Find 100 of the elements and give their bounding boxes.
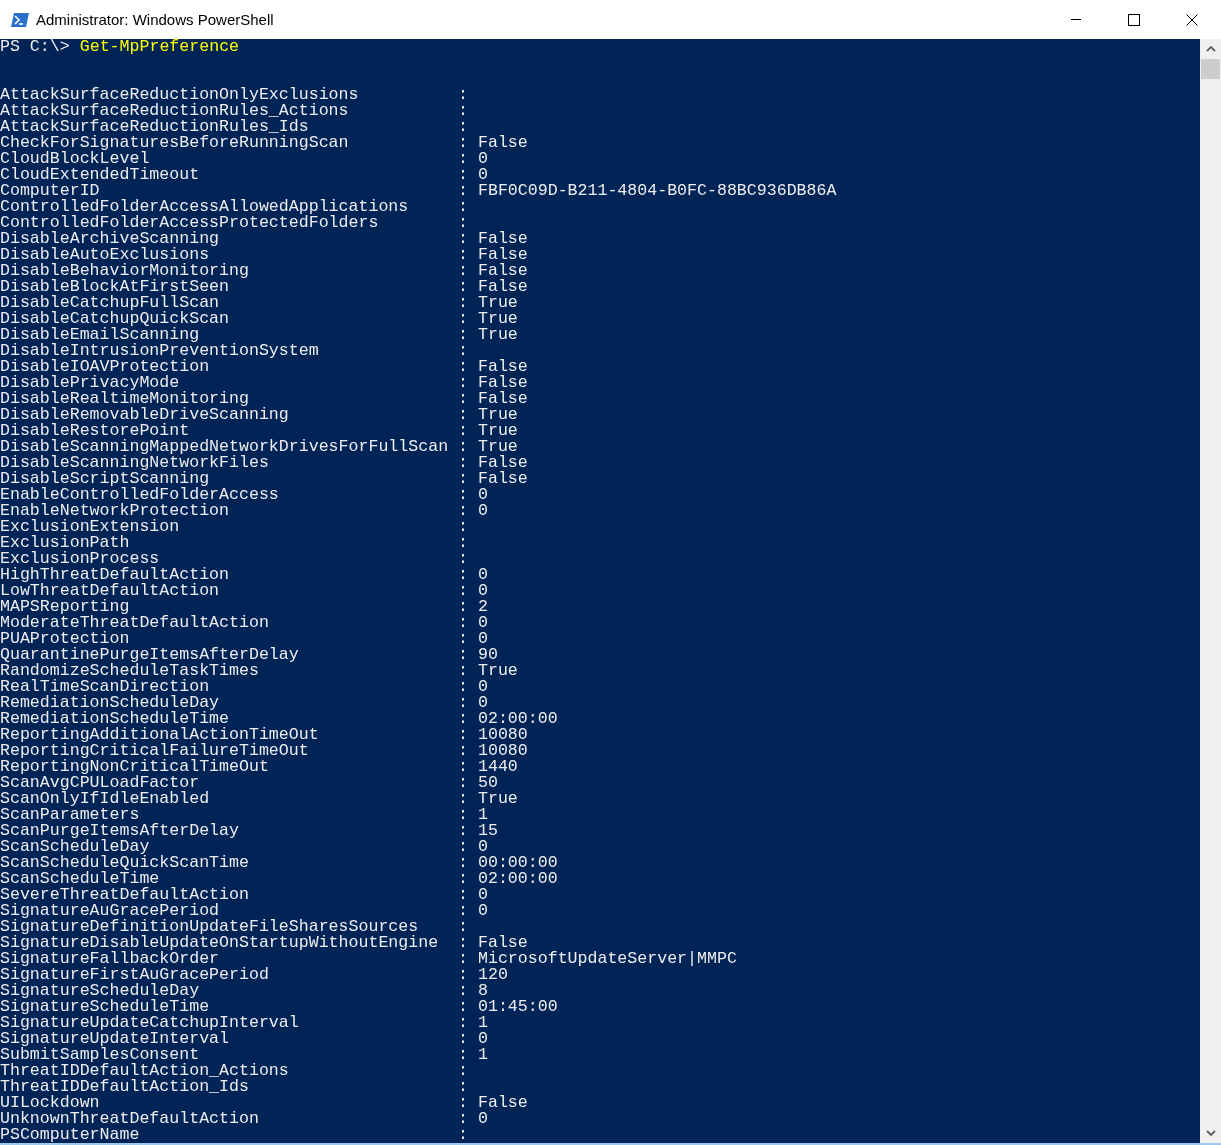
property-name: DisableRealtimeMonitoring xyxy=(0,391,249,407)
property-value: : xyxy=(458,103,468,119)
property-value: : True xyxy=(458,791,518,807)
property-value: : xyxy=(458,199,468,215)
property-value: : True xyxy=(458,327,518,343)
property-name: DisableBlockAtFirstSeen xyxy=(0,279,230,295)
property-value: : 90 xyxy=(458,647,498,663)
property-name: ScanOnlyIfIdleEnabled xyxy=(0,791,211,807)
property-name: RemediationScheduleDay xyxy=(0,695,220,711)
property-name: RealTimeScanDirection xyxy=(0,679,210,695)
property-value: : 02:00:00 xyxy=(458,871,558,887)
property-name: QuarantinePurgeItemsAfterDelay xyxy=(0,647,300,663)
property-name: EnableNetworkProtection xyxy=(0,503,231,519)
scroll-down-icon[interactable] xyxy=(1205,1130,1216,1136)
property-name: SevereThreatDefaultAction xyxy=(0,887,250,903)
property-name: ReportingAdditionalActionTimeOut xyxy=(0,727,320,743)
property-name: ScanScheduleDay xyxy=(0,839,150,855)
property-name: SignatureAuGracePeriod xyxy=(0,903,220,919)
property-value: : 50 xyxy=(458,775,498,791)
property-value: : 0 xyxy=(458,151,488,167)
property-value: : xyxy=(458,1127,468,1143)
property-value: : False xyxy=(458,359,528,375)
property-value: : 0 xyxy=(458,679,488,695)
property-name: ExclusionProcess xyxy=(0,551,160,567)
property-name: DisableEmailScanning xyxy=(0,327,200,343)
property-name: UnknownThreatDefaultAction xyxy=(0,1111,260,1127)
property-name: PSComputerName xyxy=(0,1127,141,1143)
property-name: AttackSurfaceReductionRules_Actions xyxy=(0,103,349,119)
property-value: : True xyxy=(458,407,518,423)
property-name: SignatureUpdateInterval xyxy=(0,1031,230,1047)
property-value: : 15 xyxy=(458,823,498,839)
property-value: : xyxy=(458,343,468,359)
property-name: CloudBlockLevel xyxy=(0,151,150,167)
property-name: DisableCatchupFullScan xyxy=(0,295,220,311)
property-name: AttackSurfaceReductionRules_Ids xyxy=(0,119,309,135)
property-value: : True xyxy=(458,439,518,455)
property-name: AttackSurfaceReductionOnlyExclusions xyxy=(0,87,360,103)
property-name: DisableIntrusionPreventionSystem xyxy=(0,343,320,359)
property-value: : 0 xyxy=(458,839,488,855)
property-name: ThreatIDDefaultAction_Ids xyxy=(0,1079,250,1095)
scroll-thumb[interactable] xyxy=(1201,59,1220,79)
property-value: : 0 xyxy=(458,903,488,919)
property-name: MAPSReporting xyxy=(0,599,130,615)
property-name: EnableControlledFolderAccess xyxy=(0,487,280,503)
property-value: : 01:45:00 xyxy=(458,999,558,1015)
property-name: PUAProtection xyxy=(0,631,130,647)
property-name: ReportingNonCriticalTimeOut xyxy=(0,759,269,775)
property-value: : 0 xyxy=(458,615,488,631)
property-value: : 2 xyxy=(458,599,488,615)
property-value: : 02:00:00 xyxy=(458,711,558,727)
property-name: CloudExtendedTimeout xyxy=(0,167,201,183)
property-name: CheckForSignaturesBeforeRunningScan xyxy=(0,135,350,151)
property-name: ControlledFolderAccessProtectedFolders xyxy=(0,215,379,231)
property-name: DisableScriptScanning xyxy=(0,471,210,487)
property-value: : False xyxy=(458,375,528,391)
property-value: : xyxy=(458,519,468,535)
property-value: : False xyxy=(458,279,528,295)
maximize-icon xyxy=(1128,13,1140,26)
property-value: : xyxy=(458,535,468,551)
property-value: : False xyxy=(458,455,528,471)
property-value: : 0 xyxy=(458,487,488,503)
close-icon xyxy=(1186,13,1198,26)
scrollbar[interactable] xyxy=(1200,39,1221,1143)
property-name: DisableScanningMappedNetworkDrivesForFullScan xyxy=(0,439,450,455)
scroll-up-icon[interactable] xyxy=(1205,46,1216,52)
property-name: ScanScheduleTime xyxy=(0,871,160,887)
property-value: : 1 xyxy=(458,807,488,823)
property-value: : 0 xyxy=(458,583,488,599)
property-name: SignatureUpdateCatchupInterval xyxy=(0,1015,300,1031)
property-value: : False xyxy=(458,471,528,487)
property-name: ControlledFolderAccessAllowedApplications xyxy=(0,199,410,215)
property-value: : False xyxy=(458,135,528,151)
property-value: : 1440 xyxy=(458,759,518,775)
property-value: : 0 xyxy=(458,631,488,647)
property-name: DisableBehaviorMonitoring xyxy=(0,263,250,279)
property-value: : 0 xyxy=(458,695,488,711)
property-value: : xyxy=(458,919,468,935)
property-name: ScanScheduleQuickScanTime xyxy=(0,855,250,871)
property-value: : FBF0C09D-B211-4804-B0FC-88BC936DB86A xyxy=(458,183,837,199)
property-name: DisablePrivacyMode xyxy=(0,375,180,391)
property-name: SignatureDisableUpdateOnStartupWithoutEngine xyxy=(0,935,440,951)
property-value: : 0 xyxy=(458,1111,488,1127)
property-name: ComputerID xyxy=(0,183,100,199)
property-name: ScanAvgCPULoadFactor xyxy=(0,775,200,791)
property-value: : 120 xyxy=(458,967,508,983)
property-name: SignatureFallbackOrder xyxy=(0,951,220,967)
property-value: : False xyxy=(458,231,528,247)
property-value: : xyxy=(458,1063,468,1079)
property-name: DisableIOAVProtection xyxy=(0,359,210,375)
property-name: ScanParameters xyxy=(0,807,140,823)
property-value: : False xyxy=(458,391,528,407)
property-name: ExclusionPath xyxy=(0,535,130,551)
property-name: DisableArchiveScanning xyxy=(0,231,221,247)
property-name: SignatureFirstAuGracePeriod xyxy=(0,967,270,983)
property-value: : 0 xyxy=(458,503,488,519)
property-value: : True xyxy=(458,295,518,311)
property-name: DisableScanningNetworkFiles xyxy=(0,455,269,471)
property-value: : False xyxy=(458,247,528,263)
property-value: : 0 xyxy=(458,567,488,583)
property-name: DisableCatchupQuickScan xyxy=(0,311,231,327)
